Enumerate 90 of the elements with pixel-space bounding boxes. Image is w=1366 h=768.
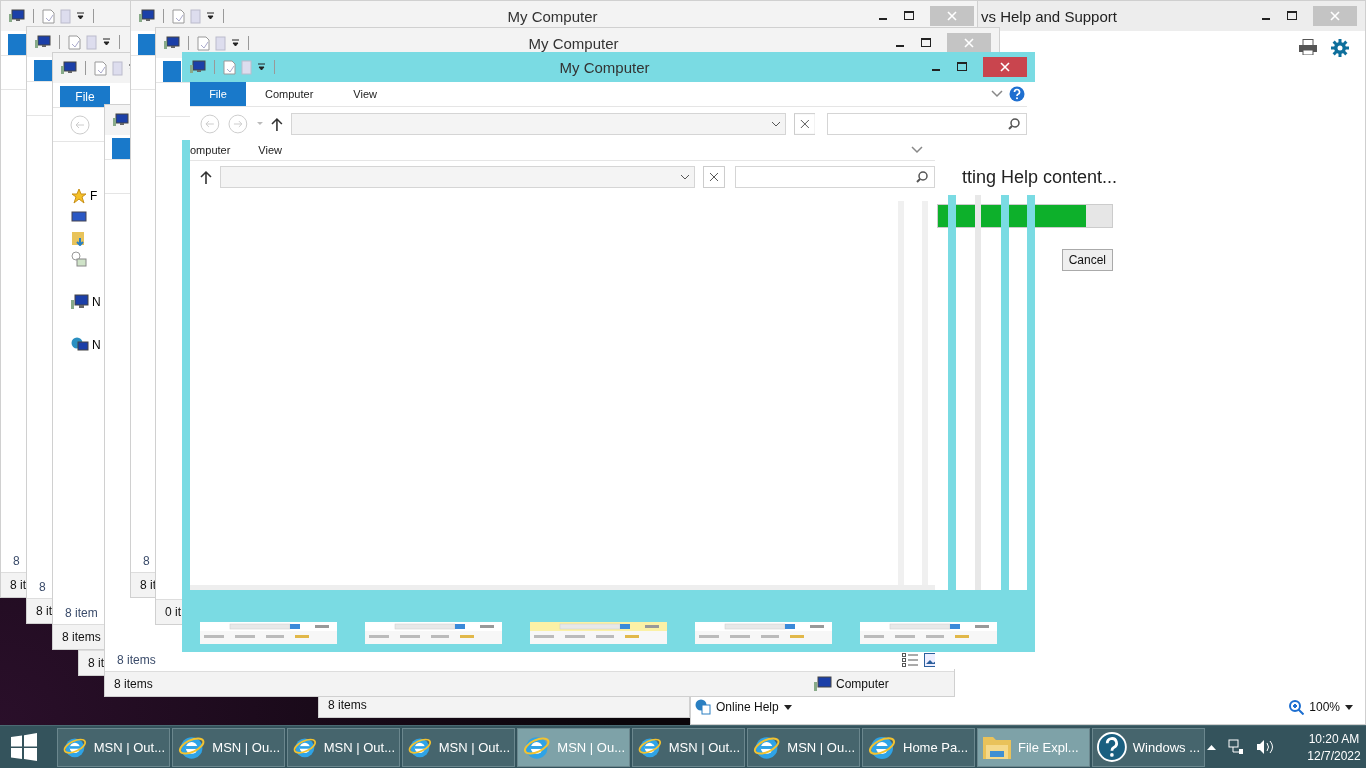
up-arrow-icon[interactable] [271,117,284,131]
desktop-icon[interactable] [71,209,87,225]
taskbar-button[interactable]: MSN | Ou... [747,727,860,767]
item-count: 8 item [65,605,98,620]
ribbon-tab[interactable]: Computer [252,82,327,106]
chevron-down-icon[interactable] [770,121,781,127]
homegroup-icon[interactable] [71,251,87,267]
taskbar-button[interactable]: MSN | Out... [287,727,400,767]
windows-logo-icon[interactable] [10,733,38,761]
search-icon [916,171,928,183]
computer-icon[interactable] [9,9,25,23]
nav-item-label[interactable]: N [92,295,101,309]
chevron-down-icon[interactable] [680,174,691,180]
taskbar-button[interactable]: Windows ... [1092,727,1205,767]
search-field[interactable] [735,166,935,188]
status-text: 8 it [88,656,104,670]
status-text: 8 it [36,604,52,618]
maximize-icon[interactable] [957,62,967,72]
file-tab[interactable] [138,34,156,55]
loading-message: tting Help content... [961,167,1117,188]
address-field[interactable] [291,113,786,135]
item-count: 8 [13,553,20,568]
taskbar-button[interactable]: MSN | Ou... [172,727,285,767]
window-title: My Computer [507,7,598,25]
chevron-down-icon[interactable] [911,146,923,154]
caret-down-icon[interactable] [783,704,792,710]
nav-item-label[interactable]: N [92,338,101,352]
ribbon-tab[interactable]: File [190,82,246,106]
up-arrow-icon[interactable] [200,170,212,184]
ribbon-tab[interactable]: omputer [190,144,231,156]
computer-icon[interactable] [190,60,206,74]
online-help-menu[interactable]: Online Help [716,700,779,714]
details-view-icon[interactable] [902,652,918,667]
status-location: Computer [836,677,889,691]
ribbon-tab[interactable]: View [340,82,390,106]
search-icon [1008,118,1020,130]
zoom-level-menu[interactable]: 100% [1309,700,1340,714]
chevron-down-icon[interactable] [991,90,1003,98]
caret-down-icon[interactable] [1345,704,1353,710]
cancel-button[interactable]: Cancel [1061,249,1113,271]
folder-icon[interactable] [71,230,87,246]
address-field[interactable] [220,166,696,188]
globe-icon [695,699,711,715]
dropdown-icon[interactable] [206,11,215,21]
dropdown-icon[interactable] [76,11,85,21]
network-icon[interactable] [1228,739,1244,755]
status-text: 8 it [10,578,26,592]
caret-up-icon[interactable] [1207,744,1216,750]
star-icon[interactable] [71,188,87,204]
volume-icon[interactable] [1256,739,1274,755]
search-field[interactable] [827,113,1027,135]
dropdown-icon[interactable] [231,38,240,48]
taskbar-button[interactable]: Home Pa... [862,727,975,767]
window-title: My Computer [558,58,651,76]
status-text: 8 items [114,677,153,691]
status-text: 8 items [62,630,101,644]
close-icon[interactable] [793,113,816,135]
maximize-icon[interactable] [921,38,931,48]
window-title: vs Help and Support [981,7,1118,25]
status-text: 0 it [165,605,181,619]
close-icon[interactable] [703,166,726,188]
computer-icon[interactable] [139,9,155,23]
computer-icon [814,676,832,692]
zoom-icon[interactable] [1289,699,1305,715]
computer-icon[interactable] [61,61,77,75]
computer-icon[interactable] [164,36,180,50]
taskbar-button[interactable]: MSN | Out... [632,727,745,767]
item-count: 8 [143,553,150,568]
status-text: 8 items [328,698,367,712]
maximize-icon[interactable] [904,11,914,21]
dropdown-icon[interactable] [102,37,111,47]
help-icon [1097,731,1127,763]
clock[interactable]: 10:20 AM 12/7/2022 [1294,731,1366,763]
computer-icon[interactable] [35,35,51,49]
dropdown-icon[interactable] [257,62,266,72]
print-icon[interactable] [1299,39,1317,55]
computer-icon[interactable] [71,294,89,310]
settings-icon[interactable] [1331,39,1349,57]
item-count: 8 items [117,652,156,667]
computer-icon[interactable] [113,113,129,127]
nav-item-label[interactable]: F [90,189,98,203]
ribbon-tab[interactable]: View [258,144,282,156]
taskbar-button[interactable]: MSN | Out... [57,727,170,767]
item-count: 8 [39,579,46,594]
window-title: My Computer [528,34,619,52]
taskbar-button[interactable]: MSN | Out... [402,727,515,767]
file-tab[interactable]: File [60,86,110,107]
maximize-icon[interactable] [1287,11,1297,21]
help-icon[interactable] [1009,86,1025,102]
network-icon[interactable] [71,337,89,353]
